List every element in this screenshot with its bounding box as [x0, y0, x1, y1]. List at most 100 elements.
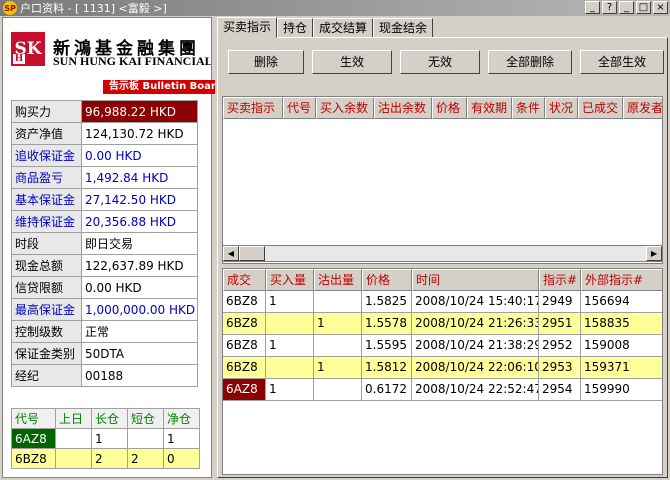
trade-cell: 1: [266, 335, 314, 357]
account-label: 时段: [11, 232, 82, 255]
account-panel: SK H 新鴻基金融集團 SUN HUNG KAI FINANCIAL 告示板 B…: [2, 17, 215, 478]
orders-column-header[interactable]: 代号: [283, 97, 316, 119]
trade-cell: 6BZ8: [223, 313, 266, 335]
orders-column-header[interactable]: 价格: [432, 97, 467, 119]
trade-cell: 159008: [581, 335, 662, 357]
trade-cell: 0.6172: [362, 379, 412, 401]
orders-grid[interactable]: 买卖指示 代号 买入余数 沽出余数 价格 有效期 条件 状况 已成交 原发者: [222, 96, 663, 264]
account-value: 20,356.88 HKD: [81, 210, 198, 233]
trade-cell: 1.5595: [362, 335, 412, 357]
trade-row[interactable]: 6BZ8 1 1.5595 2008/10/24 21:38:29 2952 159008: [223, 335, 662, 357]
account-label: 资产净值: [11, 122, 82, 145]
positions-column-header[interactable]: 短仓: [127, 408, 164, 429]
orders-column-header[interactable]: 条件: [512, 97, 545, 119]
trade-cell: 158835: [581, 313, 662, 335]
account-row: 基本保证金 27,142.50 HKD: [11, 188, 198, 211]
account-label: 控制级数: [11, 320, 82, 343]
account-row: 信贷限额 0.00 HKD: [11, 276, 198, 299]
trade-row[interactable]: 6AZ8 1 0.6172 2008/10/24 22:52:47 2954 159990: [223, 379, 662, 401]
tab-orders[interactable]: 买卖指示: [217, 17, 278, 38]
orders-column-header[interactable]: 原发者: [623, 97, 662, 119]
title-bar: SP 户口资料 - [ 1131] <富毅 >] _ ? _ □ ×: [0, 0, 670, 16]
account-label: 现金总额: [11, 254, 82, 277]
positions-column-header[interactable]: 长仓: [91, 408, 128, 429]
orders-column-header[interactable]: 买入余数: [316, 97, 374, 119]
trade-cell: [314, 335, 362, 357]
activate-button[interactable]: 生效: [312, 50, 392, 74]
tab-trade-settlement[interactable]: 成交结算: [313, 18, 374, 38]
orders-column-header[interactable]: 买卖指示: [223, 97, 283, 119]
trade-cell: 2008/10/24 21:38:29: [412, 335, 539, 357]
minimize-button[interactable]: _: [619, 1, 634, 14]
app-icon: SP: [3, 1, 17, 15]
trade-row[interactable]: 6BZ8 1 1.5578 2008/10/24 21:26:33 2951 158835: [223, 313, 662, 335]
orders-column-header[interactable]: 沽出余数: [374, 97, 432, 119]
positions-column-header[interactable]: 上日: [55, 408, 92, 429]
maximize-button[interactable]: □: [636, 1, 651, 14]
scroll-right-icon[interactable]: ▶: [646, 246, 662, 261]
account-row: 最高保证金 1,000,000.00 HKD: [11, 298, 198, 321]
trades-column-header[interactable]: 买入量: [266, 269, 314, 291]
trades-column-header[interactable]: 价格: [362, 269, 412, 291]
trade-cell: 6BZ8: [223, 335, 266, 357]
positions-cell: 6AZ8: [11, 428, 56, 449]
positions-cell: [55, 448, 92, 469]
delete-button[interactable]: 删除: [228, 50, 304, 74]
account-summary-table: 购买力 96,988.22 HKD 资产净值 124,130.72 HKD 追收保证金 0…: [11, 100, 198, 387]
trade-cell: 2949: [539, 291, 581, 313]
account-label: 追收保证金: [11, 144, 82, 167]
account-label: 维持保证金: [11, 210, 82, 233]
trades-column-header[interactable]: 外部指示#: [581, 269, 662, 291]
account-row: 现金总额 122,637.89 HKD: [11, 254, 198, 277]
delete-all-button[interactable]: 全部删除: [488, 50, 572, 74]
help-button[interactable]: ?: [602, 1, 617, 14]
account-label: 基本保证金: [11, 188, 82, 211]
positions-cell: 2: [127, 448, 164, 469]
trade-row[interactable]: 6BZ8 1 1.5812 2008/10/24 22:06:10 2953 159371: [223, 357, 662, 379]
tab-positions[interactable]: 持仓: [277, 18, 314, 38]
trades-column-header[interactable]: 成交: [223, 269, 266, 291]
restore-inner-icon[interactable]: _: [585, 1, 600, 14]
positions-cell: 1: [91, 428, 128, 449]
orders-column-header[interactable]: 有效期: [467, 97, 512, 119]
account-label: 经纪: [11, 364, 82, 387]
trade-cell: 2953: [539, 357, 581, 379]
positions-row[interactable]: 6BZ8 2 2 0: [11, 448, 200, 469]
tab-cash-balance[interactable]: 现金结余: [373, 18, 434, 38]
orders-column-header[interactable]: 状况: [545, 97, 578, 119]
positions-cell: [55, 428, 92, 449]
trades-grid-header: 成交 买入量 沽出量 价格 时间 指示# 外部指示#: [223, 269, 662, 291]
scroll-thumb[interactable]: [239, 246, 265, 261]
trade-cell: 1.5825: [362, 291, 412, 313]
activate-all-button[interactable]: 全部生效: [580, 50, 664, 74]
positions-column-header[interactable]: 代号: [11, 408, 56, 429]
account-row: 商品盈亏 1,492.84 HKD: [11, 166, 198, 189]
trade-row[interactable]: 6BZ8 1 1.5825 2008/10/24 15:40:17 2949 156694: [223, 291, 662, 313]
bulletin-board-link[interactable]: 告示板 Bulletin Board: [103, 80, 215, 94]
account-value: 0.00 HKD: [81, 276, 198, 299]
trade-cell: 159990: [581, 379, 662, 401]
orders-horizontal-scrollbar[interactable]: ◀ ▶: [222, 245, 663, 262]
trade-cell: 1.5812: [362, 357, 412, 379]
account-value: 96,988.22 HKD: [81, 100, 198, 123]
trades-column-header[interactable]: 指示#: [539, 269, 581, 291]
account-label: 购买力: [11, 100, 82, 123]
account-row: 保证金类别 50DTA: [11, 342, 198, 365]
account-row: 时段 即日交易: [11, 232, 198, 255]
trades-column-header[interactable]: 沽出量: [314, 269, 362, 291]
trade-cell: 159371: [581, 357, 662, 379]
scroll-left-icon[interactable]: ◀: [223, 246, 239, 261]
positions-header: 代号 上日 长仓 短仓 净仓: [11, 408, 200, 429]
positions-row[interactable]: 6AZ8 1 1: [11, 428, 200, 449]
trade-cell: 2008/10/24 22:52:47: [412, 379, 539, 401]
deactivate-button[interactable]: 无效: [400, 50, 480, 74]
trades-column-header[interactable]: 时间: [412, 269, 539, 291]
positions-cell: 1: [163, 428, 200, 449]
positions-column-header[interactable]: 净仓: [163, 408, 200, 429]
trade-cell: 1: [266, 379, 314, 401]
trade-cell: 2008/10/24 22:06:10: [412, 357, 539, 379]
orders-column-header[interactable]: 已成交: [578, 97, 623, 119]
trades-grid[interactable]: 成交 买入量 沽出量 价格 时间 指示# 外部指示# 6BZ8 1 1.5825 2008/10/…: [222, 268, 663, 475]
logo-english-name: SUN HUNG KAI FINANCIAL: [53, 54, 211, 68]
close-button[interactable]: ×: [653, 1, 668, 14]
